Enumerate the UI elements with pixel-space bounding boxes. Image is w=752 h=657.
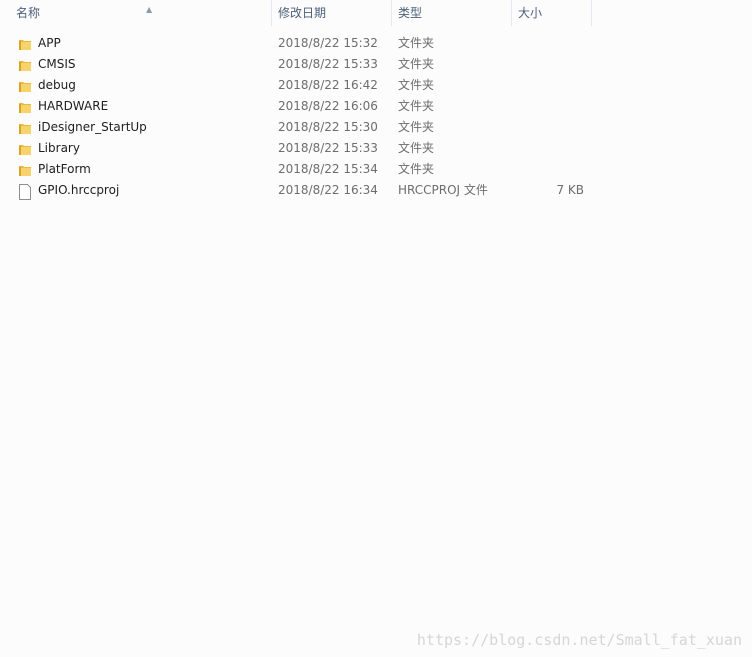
file-name: APP <box>38 36 61 50</box>
file-name: PlatForm <box>38 162 91 176</box>
file-date: 2018/8/22 16:34 <box>278 183 378 197</box>
file-date: 2018/8/22 15:33 <box>278 57 378 71</box>
file-row[interactable]: PlatForm 2018/8/22 15:34 文件夹 <box>0 159 600 180</box>
folder-icon <box>18 100 32 113</box>
column-date[interactable]: 修改日期 <box>272 0 392 26</box>
folder-icon <box>18 121 32 134</box>
file-name: iDesigner_StartUp <box>38 120 147 134</box>
file-row[interactable]: Library 2018/8/22 15:33 文件夹 <box>0 138 600 159</box>
column-name-label: 名称 <box>16 6 41 20</box>
file-type: 文件夹 <box>398 162 435 176</box>
column-size[interactable]: 大小 <box>512 0 592 26</box>
folder-icon <box>18 37 32 50</box>
file-type: 文件夹 <box>398 99 435 113</box>
file-name: CMSIS <box>38 57 76 71</box>
file-type: 文件夹 <box>398 57 435 71</box>
file-type: 文件夹 <box>398 141 435 155</box>
file-date: 2018/8/22 15:32 <box>278 36 378 50</box>
sort-ascending-icon: ▲ <box>146 5 153 14</box>
folder-icon <box>18 58 32 71</box>
file-type: 文件夹 <box>398 36 435 50</box>
file-name: GPIO.hrccproj <box>38 183 120 197</box>
file-date: 2018/8/22 16:42 <box>278 78 378 92</box>
file-date: 2018/8/22 15:33 <box>278 141 378 155</box>
folder-icon <box>18 163 32 176</box>
file-row[interactable]: debug 2018/8/22 16:42 文件夹 <box>0 75 600 96</box>
file-row[interactable]: APP 2018/8/22 15:32 文件夹 <box>0 33 600 54</box>
watermark: https://blog.csdn.net/Small_fat_xuan <box>416 631 742 649</box>
file-date: 2018/8/22 16:06 <box>278 99 378 113</box>
file-row[interactable]: CMSIS 2018/8/22 15:33 文件夹 <box>0 54 600 75</box>
file-size: 7 KB <box>556 183 584 197</box>
file-type: 文件夹 <box>398 78 435 92</box>
file-icon <box>18 184 32 200</box>
column-name[interactable]: 名称 ▲ <box>10 0 272 26</box>
file-type: HRCCPROJ 文件 <box>398 183 488 197</box>
file-date: 2018/8/22 15:30 <box>278 120 378 134</box>
folder-icon <box>18 142 32 155</box>
file-date: 2018/8/22 15:34 <box>278 162 378 176</box>
column-header: 名称 ▲ 修改日期 类型 大小 <box>0 0 752 26</box>
file-name: Library <box>38 141 80 155</box>
column-type[interactable]: 类型 <box>392 0 512 26</box>
file-type: 文件夹 <box>398 120 435 134</box>
file-row[interactable]: HARDWARE 2018/8/22 16:06 文件夹 <box>0 96 600 117</box>
folder-icon <box>18 79 32 92</box>
file-name: debug <box>38 78 76 92</box>
file-row[interactable]: iDesigner_StartUp 2018/8/22 15:30 文件夹 <box>0 117 600 138</box>
file-row[interactable]: GPIO.hrccproj 2018/8/22 16:34 HRCCPROJ 文… <box>0 180 600 201</box>
file-name: HARDWARE <box>38 99 109 113</box>
